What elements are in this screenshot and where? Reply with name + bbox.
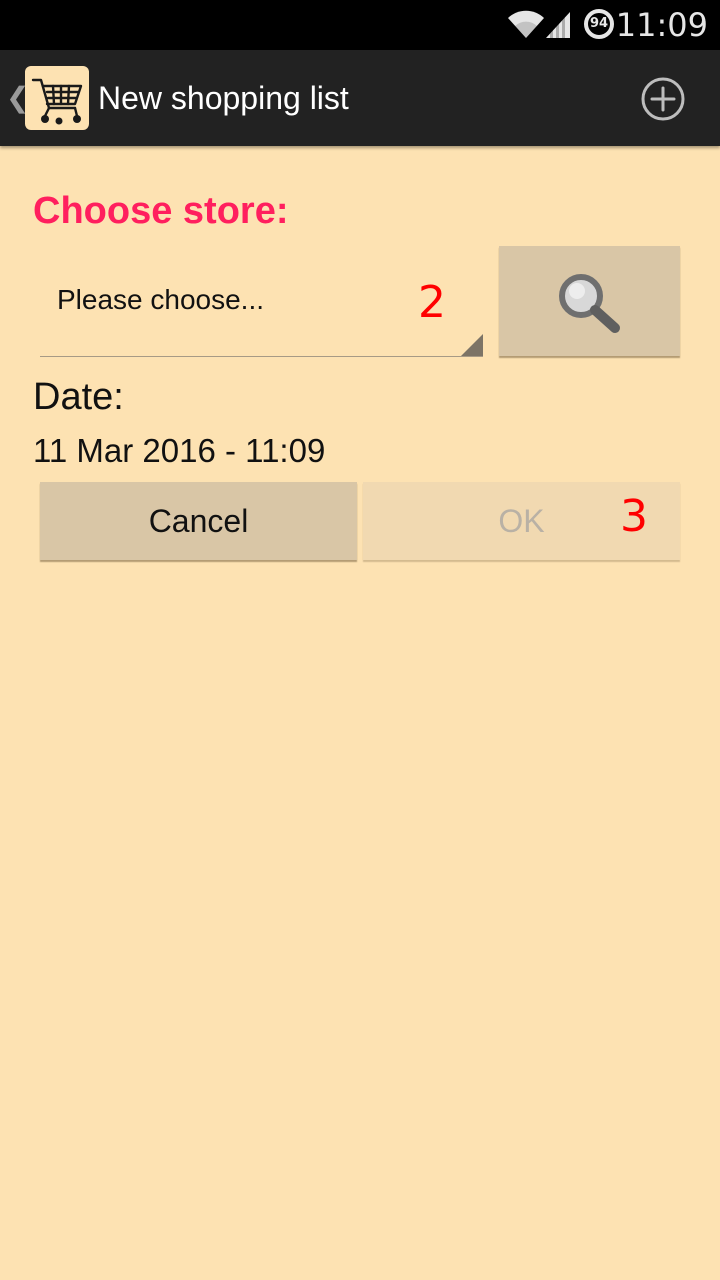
- wifi-icon: [508, 10, 544, 38]
- store-spinner[interactable]: Please choose...: [40, 250, 483, 357]
- battery-icon: 94: [583, 8, 615, 40]
- annotation-marker-3: 3: [620, 491, 648, 542]
- date-label: Date:: [33, 376, 124, 418]
- cancel-button[interactable]: Cancel: [40, 482, 357, 560]
- annotation-marker-2: 2: [418, 277, 446, 328]
- app-title: New shopping list: [98, 80, 349, 116]
- status-time: 11:09: [615, 6, 708, 44]
- action-bar: ❮ New shopping list: [0, 50, 720, 146]
- store-spinner-value: Please choose...: [57, 284, 265, 315]
- add-circle-icon[interactable]: [636, 72, 690, 126]
- signal-icon: [546, 12, 570, 38]
- spinner-corner-icon: [461, 334, 483, 356]
- shopping-cart-icon[interactable]: [25, 66, 89, 130]
- spinner-underline: [40, 356, 483, 357]
- status-bar: 94 11:09: [0, 0, 720, 50]
- choose-store-label: Choose store:: [33, 190, 289, 232]
- date-value[interactable]: 11 Mar 2016 - 11:09: [33, 430, 325, 472]
- search-icon: [559, 274, 620, 333]
- battery-level: 94: [589, 16, 609, 31]
